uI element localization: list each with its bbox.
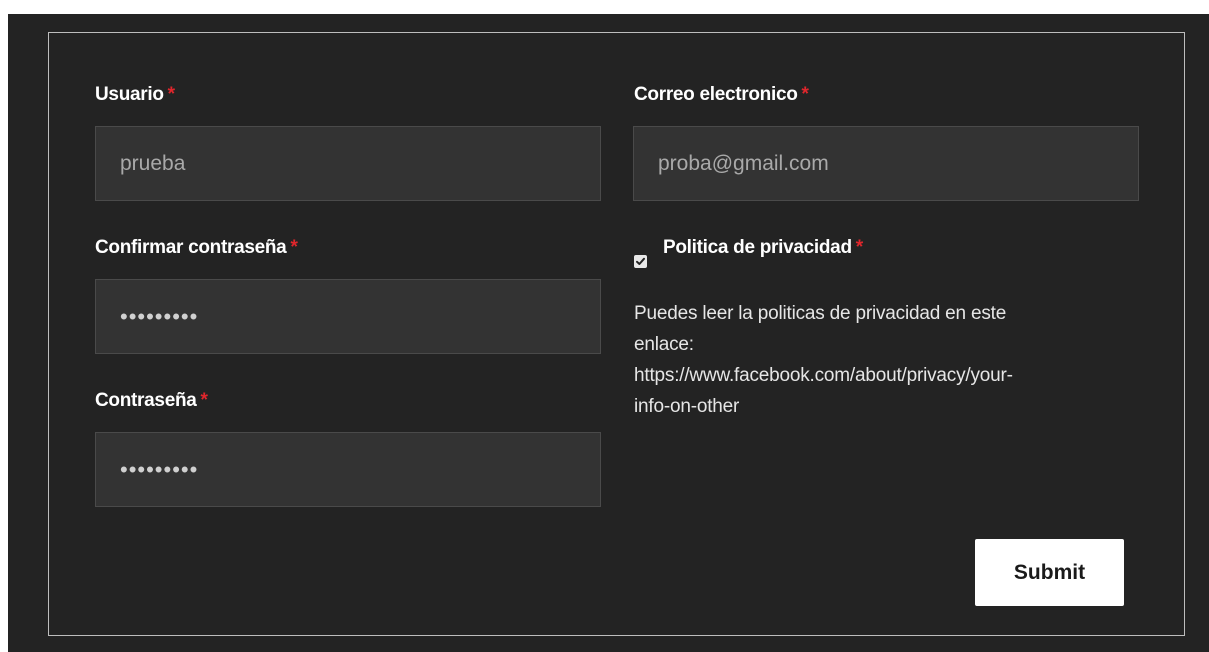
correo-label-text: Correo electronico	[634, 84, 798, 105]
contrasena-label-text: Contraseña	[95, 390, 197, 411]
required-marker: *	[200, 390, 208, 411]
privacy-text-line: enlace:	[634, 334, 694, 355]
checkmark-icon	[636, 257, 645, 265]
usuario-input[interactable]	[95, 126, 601, 201]
confirmar-label-text: Confirmar contraseña	[95, 237, 287, 258]
privacy-description: Puedes leer la politicas de privacidad e…	[634, 298, 1134, 422]
usuario-label: Usuario *	[95, 84, 175, 106]
confirmar-label: Confirmar contraseña *	[95, 237, 298, 259]
privacy-label: Politica de privacidad *	[663, 237, 863, 259]
correo-label: Correo electronico *	[634, 84, 809, 106]
submit-button[interactable]: Submit	[975, 539, 1124, 606]
contrasena-label: Contraseña *	[95, 390, 208, 412]
required-marker: *	[167, 84, 175, 105]
privacy-label-text: Politica de privacidad	[663, 237, 852, 258]
correo-input[interactable]	[633, 126, 1139, 201]
required-marker: *	[855, 237, 863, 258]
confirmar-password-input[interactable]	[95, 279, 601, 354]
required-marker: *	[290, 237, 298, 258]
password-input[interactable]	[95, 432, 601, 507]
usuario-label-text: Usuario	[95, 84, 164, 105]
page-background: Usuario* Correo electronico* Confirmar c…	[8, 14, 1209, 652]
required-marker: *	[801, 84, 809, 105]
privacy-text-line: info-on-other	[634, 396, 740, 417]
privacy-checkbox[interactable]	[634, 255, 647, 268]
privacy-text-line: Puedes leer la politicas de privacidad e…	[634, 303, 1007, 324]
privacy-text-line: https://www.facebook.com/about/privacy/y…	[634, 365, 1013, 386]
